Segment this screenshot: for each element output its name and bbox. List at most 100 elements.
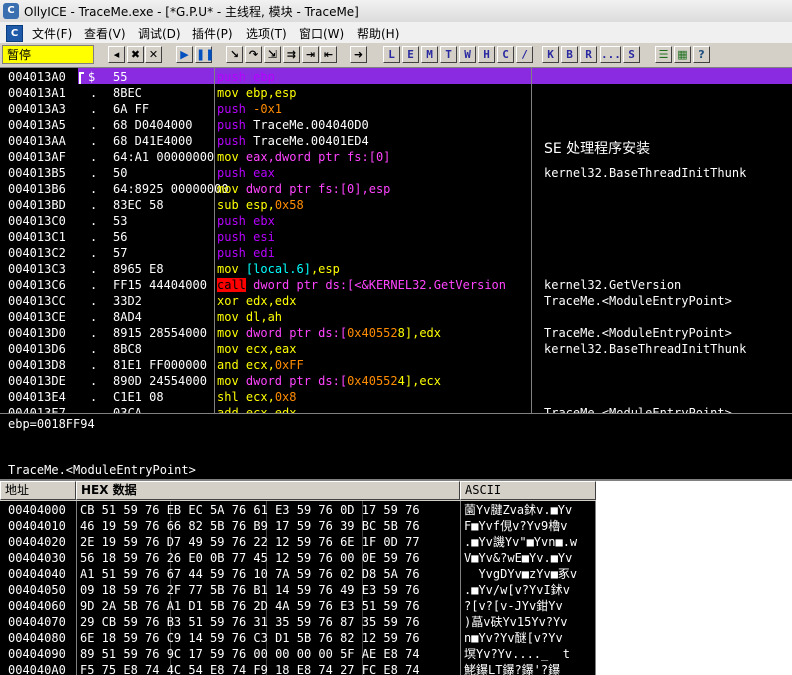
restart-icon[interactable]: ✖ bbox=[127, 46, 144, 63]
step-over-icon[interactable]: ↷ bbox=[245, 46, 262, 63]
disasm-row[interactable]: 004013B5. 50 push eax kernel32.BaseThreadIn… bbox=[0, 165, 792, 181]
dump-hex: A1 51 59 76 67 44 59 76 10 7A 59 76 02 D… bbox=[80, 567, 420, 581]
disasm-instruction: and ecx,0xFF bbox=[217, 358, 304, 372]
disasm-instruction: push ebx bbox=[217, 214, 275, 228]
disasm-row[interactable]: 004013DE. 890D 24554000 mov dword ptr ds:[… bbox=[0, 373, 792, 389]
menu-view[interactable]: 查看(V) bbox=[84, 25, 126, 42]
dump-header-hex[interactable]: HEX 数据 bbox=[76, 481, 460, 500]
disasm-marker: . bbox=[90, 342, 98, 356]
dump-hex: 56 18 59 76 26 E0 0B 77 45 12 59 76 00 0… bbox=[80, 551, 420, 565]
disasm-marker: . bbox=[90, 182, 98, 196]
dump-ascii: YvgDYv■zYv■豖v bbox=[464, 567, 578, 581]
disasm-row[interactable]: 004013AA. 68 D41E4000 push TraceMe.00401ED… bbox=[0, 133, 792, 157]
disasm-row[interactable]: 004013A3. 6A FF push -0x1 bbox=[0, 101, 792, 117]
list-icon[interactable]: ☰ bbox=[655, 46, 672, 63]
help-icon[interactable]: ? bbox=[693, 46, 710, 63]
disasm-marker: . bbox=[90, 294, 98, 308]
run-icon[interactable]: ▶ bbox=[176, 46, 193, 63]
dump-header-address[interactable]: 地址 bbox=[0, 481, 76, 500]
memory-button[interactable]: M bbox=[421, 46, 438, 63]
disasm-row[interactable]: 004013C2. 57 push edi bbox=[0, 245, 792, 261]
windows-button[interactable]: W bbox=[459, 46, 476, 63]
disasm-instruction: push edi bbox=[217, 246, 275, 260]
dump-hex: 46 19 59 76 66 82 5B 76 B9 17 59 76 39 B… bbox=[80, 519, 420, 533]
cpu-window-icon[interactable]: C bbox=[6, 25, 23, 42]
breakpoints-button[interactable]: B bbox=[561, 46, 578, 63]
dump-ascii: 塓Yv?Yv...._ t bbox=[464, 647, 570, 661]
disasm-row[interactable]: 004013C1. 56 push esi bbox=[0, 229, 792, 245]
goto-icon[interactable]: ➜ bbox=[350, 46, 367, 63]
disassembly-pane[interactable]: 004013A0 $55 push ebp 004013A1. 8BEC mov ebp,… bbox=[0, 68, 792, 415]
menu-debug[interactable]: 调试(D) bbox=[138, 25, 181, 42]
trace-over-icon[interactable]: ⇉ bbox=[283, 46, 300, 63]
menu-help[interactable]: 帮助(H) bbox=[357, 25, 399, 42]
dump-header-ascii[interactable]: ASCII bbox=[460, 481, 596, 500]
dump-address: 00404030 bbox=[8, 551, 66, 565]
disasm-marker: . bbox=[90, 326, 98, 340]
trace-into-icon[interactable]: ⇲ bbox=[264, 46, 281, 63]
menu-options[interactable]: 选项(T) bbox=[246, 25, 287, 42]
handles-button[interactable]: H bbox=[478, 46, 495, 63]
modules-button[interactable]: E bbox=[402, 46, 419, 63]
dump-address: 00404080 bbox=[8, 631, 66, 645]
disasm-marker: . bbox=[90, 102, 98, 116]
disasm-instruction: mov dword ptr fs:[0],esp bbox=[217, 182, 391, 196]
disasm-row[interactable]: 004013C6. FF15 44404000 call dword ptr ds:… bbox=[0, 277, 792, 293]
dump-hex: 2E 19 59 76 D7 49 59 76 22 12 59 76 6E 1… bbox=[80, 535, 420, 549]
disasm-row[interactable]: 004013A5. 68 D0404000 push TraceMe.004040D… bbox=[0, 117, 792, 133]
dump-ascii: 鮱鑤LT鑤?鑤'?鑤 bbox=[464, 663, 561, 675]
dump-ascii: n■Yv?Yv醚[v?Yv bbox=[464, 631, 563, 645]
disasm-row[interactable]: 004013CE. 8AD4 mov dl,ah bbox=[0, 309, 792, 325]
disasm-row[interactable]: 004013C3. 8965 E8 mov [local.6],esp bbox=[0, 261, 792, 277]
menu-file[interactable]: 文件(F) bbox=[32, 25, 72, 42]
run-trace-button[interactable]: ... bbox=[600, 46, 621, 63]
references-button[interactable]: R bbox=[580, 46, 597, 63]
disasm-marker: $ bbox=[88, 70, 96, 84]
step-into-icon[interactable]: ↘ bbox=[226, 46, 243, 63]
disasm-row[interactable]: 004013BD. 83EC 58 sub esp,0x58 bbox=[0, 197, 792, 213]
disasm-row[interactable]: 004013A1. 8BEC mov ebp,esp bbox=[0, 85, 792, 101]
disasm-comment: TraceMe.<ModuleEntryPoint> bbox=[544, 294, 732, 308]
disasm-marker: . bbox=[90, 150, 98, 164]
dump-hex: 09 18 59 76 2F 77 5B 76 B1 14 59 76 49 E… bbox=[80, 583, 420, 597]
stack-pane[interactable] bbox=[596, 481, 792, 675]
disasm-address: 004013A0 bbox=[8, 70, 66, 84]
disasm-instruction: xor edx,edx bbox=[217, 294, 297, 308]
dump-hex: 9D 2A 5B 76 A1 D1 5B 76 2D 4A 59 76 E3 5… bbox=[80, 599, 420, 613]
disasm-marker: . bbox=[90, 358, 98, 372]
disasm-row[interactable]: 004013CC. 33D2 xor edx,edx TraceMe.<ModuleE… bbox=[0, 293, 792, 309]
disasm-row[interactable]: 004013A0 $55 push ebp bbox=[0, 69, 792, 85]
disasm-row[interactable]: 004013E4. C1E1 08 shl ecx,0x8 bbox=[0, 389, 792, 405]
disasm-instruction: push TraceMe.004040D0 bbox=[217, 118, 369, 132]
open-icon[interactable]: ◂ bbox=[108, 46, 125, 63]
app-icon: C bbox=[3, 3, 19, 19]
disasm-row[interactable]: 004013D6. 8BC8 mov ecx,eax kernel32.BaseThr… bbox=[0, 341, 792, 357]
menu-plugins[interactable]: 插件(P) bbox=[192, 25, 233, 42]
log-button[interactable]: L bbox=[383, 46, 400, 63]
pause-icon[interactable]: ❚❚ bbox=[195, 46, 214, 63]
disasm-marker: . bbox=[90, 390, 98, 404]
call-stack-button[interactable]: K bbox=[542, 46, 559, 63]
options-icon[interactable]: ▦ bbox=[674, 46, 691, 63]
dump-address: 004040A0 bbox=[8, 663, 66, 675]
dump-hex: 29 CB 59 76 B3 51 59 76 31 35 59 76 87 3… bbox=[80, 615, 420, 629]
disasm-row[interactable]: 004013AF. 64:A1 00000000 mov eax,dword ptr… bbox=[0, 149, 792, 165]
disasm-row[interactable]: 004013B6. 64:8925 00000000 mov dword ptr f… bbox=[0, 181, 792, 197]
source-button[interactable]: S bbox=[623, 46, 640, 63]
execute-till-return-icon[interactable]: ⇥ bbox=[302, 46, 319, 63]
cpu-button[interactable]: C bbox=[497, 46, 514, 63]
dump-address: 00404090 bbox=[8, 647, 66, 661]
execute-till-user-code-icon[interactable]: ⇤ bbox=[320, 46, 337, 63]
disasm-instruction: shl ecx,0x8 bbox=[217, 390, 297, 404]
disasm-row[interactable]: 004013D8. 81E1 FF000000 and ecx,0xFF bbox=[0, 357, 792, 373]
disasm-comment: kernel32.BaseThreadInitThunk bbox=[544, 342, 747, 356]
disasm-marker: . bbox=[90, 166, 98, 180]
disasm-row[interactable]: 004013D0. 8915 28554000 mov dword ptr ds:[… bbox=[0, 325, 792, 341]
disasm-address: 004013D8 bbox=[8, 358, 66, 372]
threads-button[interactable]: T bbox=[440, 46, 457, 63]
dump-address: 00404070 bbox=[8, 615, 66, 629]
menu-window[interactable]: 窗口(W) bbox=[299, 25, 344, 42]
close-icon[interactable]: ✕ bbox=[145, 46, 162, 63]
patches-button[interactable]: / bbox=[516, 46, 533, 63]
disasm-row[interactable]: 004013C0. 53 push ebx bbox=[0, 213, 792, 229]
